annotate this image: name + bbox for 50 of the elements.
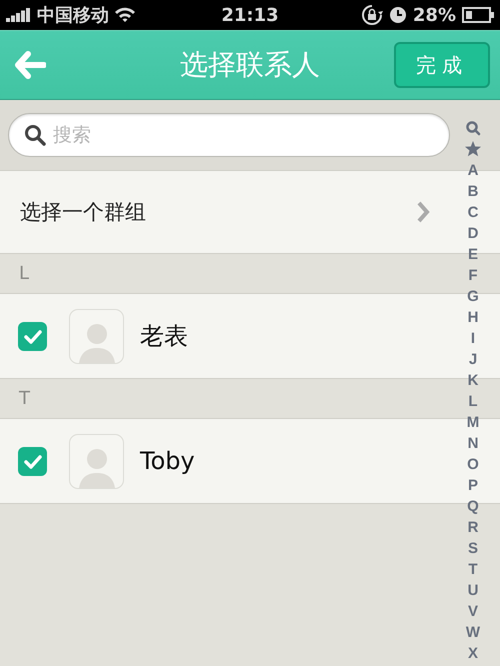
index-letter[interactable]: C — [468, 202, 478, 223]
index-letter[interactable]: U — [468, 580, 478, 601]
done-button[interactable]: 完成 — [394, 42, 490, 88]
index-letter[interactable]: E — [468, 244, 478, 265]
section-letter: T — [19, 388, 30, 409]
index-letter[interactable]: B — [468, 181, 478, 202]
index-letter[interactable]: L — [468, 391, 478, 412]
index-letter[interactable]: W — [466, 622, 480, 643]
contact-row[interactable]: Toby — [0, 419, 430, 503]
wifi-icon — [114, 7, 136, 23]
battery-icon — [462, 7, 494, 23]
index-letter[interactable]: G — [467, 286, 479, 307]
search-field[interactable]: 搜索 — [8, 113, 450, 157]
index-letter[interactable]: K — [468, 370, 478, 391]
index-letter[interactable]: Q — [467, 496, 479, 517]
index-letter[interactable]: M — [466, 412, 480, 433]
back-arrow-icon[interactable] — [14, 51, 46, 79]
group-row-label: 选择一个群组 — [20, 199, 147, 226]
index-letter[interactable]: N — [468, 433, 478, 454]
contact-row[interactable]: 老表 — [0, 294, 430, 378]
index-letter[interactable]: H — [468, 307, 478, 328]
battery-percent: 28% — [412, 4, 456, 26]
index-letter[interactable]: R — [468, 517, 478, 538]
group-row[interactable]: 选择一个群组 — [0, 171, 430, 253]
index-letter[interactable]: J — [468, 349, 478, 370]
index-letter[interactable]: X — [468, 643, 478, 664]
index-letter[interactable]: I — [470, 328, 476, 349]
signal-icon — [6, 8, 32, 22]
index-letter[interactable]: P — [468, 475, 478, 496]
avatar-placeholder — [69, 434, 124, 488]
search-icon — [24, 124, 46, 146]
section-letter: L — [19, 263, 30, 284]
index-letter[interactable]: V — [468, 601, 478, 622]
checkbox[interactable] — [18, 322, 47, 350]
rotation-lock-icon — [360, 4, 383, 26]
chevron-right-icon — [416, 200, 430, 224]
avatar-placeholder — [69, 308, 124, 364]
screen-title: 选择联系人 — [180, 48, 320, 81]
checkbox[interactable] — [18, 446, 47, 476]
index-letter[interactable]: S — [468, 538, 478, 559]
contact-name: Toby — [140, 447, 195, 475]
clock-time: 21:13 — [221, 4, 279, 26]
carrier-name: 中国移动 — [37, 4, 109, 27]
contact-name: 老表 — [140, 321, 188, 352]
index-letter[interactable]: O — [467, 454, 479, 475]
clock-icon — [388, 6, 407, 24]
index-letter[interactable]: A — [468, 160, 478, 181]
index-letter[interactable]: D — [468, 223, 478, 244]
index-letter[interactable]: F — [468, 265, 478, 286]
index-letter[interactable]: T — [468, 559, 478, 580]
